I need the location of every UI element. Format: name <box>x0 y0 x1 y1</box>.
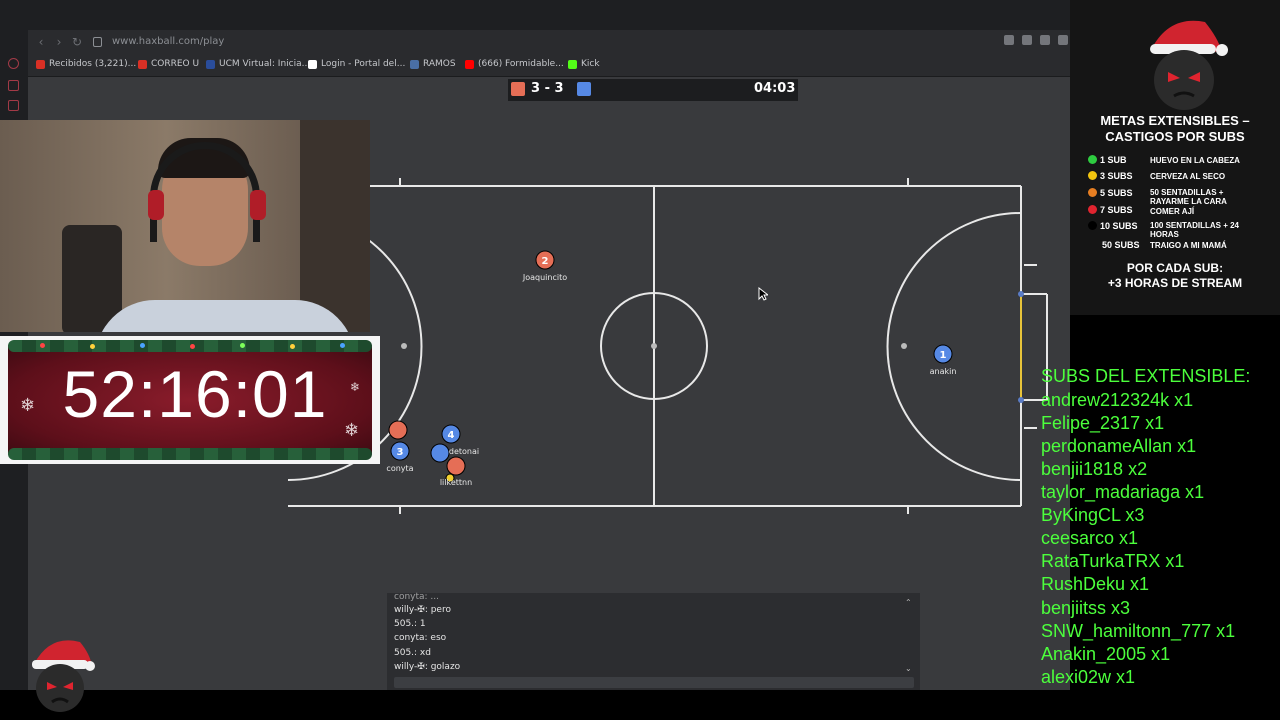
chat-message: conyta: eso <box>394 633 447 643</box>
chat-message: 505.: 1 <box>394 619 426 629</box>
score-text: 3 - 3 <box>531 81 564 96</box>
match-clock: 04:03 <box>754 81 796 96</box>
player-name-label: lilkettnn <box>439 478 473 487</box>
player-name-label: Joaquincito <box>522 273 568 282</box>
status-dot-icon <box>1088 171 1097 180</box>
garland-bottom <box>8 448 372 460</box>
screen: ‹ › ↻ www.haxball.com/play Recibidos (3,… <box>0 0 1280 720</box>
goal-punishment: COMER AJÍ <box>1150 207 1195 216</box>
chat-scroll-down-icon[interactable]: ⌄ <box>905 664 912 673</box>
chat-message: willy-✠: golazo <box>394 662 461 672</box>
christmas-light-icon <box>190 344 195 349</box>
list-item: benjii1818 x2 <box>1041 459 1148 479</box>
goal-punishment: TRAIGO A MI MAMÁ <box>1150 241 1227 250</box>
goal-punishment: 100 SENTADILLAS + 24 HORAS <box>1150 221 1239 239</box>
timer-value: 52:16:01 <box>62 357 328 431</box>
goal-row: 50 SUBS <box>1102 240 1140 250</box>
list-item: RushDeku x1 <box>1041 574 1150 594</box>
headset-earcup <box>148 190 164 220</box>
goal-row: 5 SUBS <box>1088 188 1133 198</box>
right-goal-post-top <box>1018 291 1024 297</box>
goals-footer-hours: +3 HORAS DE STREAM <box>1107 276 1243 290</box>
webcam-feed <box>0 120 370 332</box>
player-3-disc: 3 <box>390 441 410 461</box>
christmas-light-icon <box>290 344 295 349</box>
player-4-disc: 4 <box>441 424 461 444</box>
player-red-disc-2 <box>446 456 466 476</box>
chat-message: conyta: ... <box>394 592 440 602</box>
door <box>300 120 370 332</box>
list-item: perdonameAllan x1 <box>1041 436 1197 456</box>
svg-text:3: 3 <box>397 447 404 458</box>
status-dot-icon <box>1088 188 1097 197</box>
player-blue-disc <box>430 443 450 463</box>
status-dot-icon <box>1088 205 1097 214</box>
list-item: Anakin_2005 x1 <box>1041 644 1171 664</box>
chat-input[interactable] <box>394 677 914 688</box>
chat-panel <box>387 593 920 690</box>
mouse-cursor-icon <box>758 287 768 301</box>
chat-message: willy-✠: pero <box>394 605 451 615</box>
goal-row: 7 SUBS <box>1088 205 1133 215</box>
blue-team-badge <box>577 82 591 96</box>
goal-row: 10 SUBS <box>1088 221 1138 231</box>
right-penalty-spot <box>901 343 907 349</box>
svg-text:2: 2 <box>542 256 549 267</box>
santa-mascot-icon <box>32 640 95 712</box>
list-item: andrew212324k x1 <box>1041 390 1194 410</box>
list-item: RataTurkaTRX x1 <box>1041 551 1185 571</box>
goal-punishment: HUEVO EN LA CABEZA <box>1150 156 1240 165</box>
player-red-disc <box>388 420 408 440</box>
list-item: alexi02w x1 <box>1041 667 1136 687</box>
santa-mascot-icon <box>1150 20 1228 110</box>
list-item: ByKingCL x3 <box>1041 505 1145 525</box>
goals-title: METAS EXTENSIBLES – <box>1100 113 1250 128</box>
player-name-label: detonai <box>448 447 480 456</box>
status-dot-icon <box>1088 221 1097 230</box>
christmas-light-icon <box>140 343 145 348</box>
chat-message: 505.: xd <box>394 648 431 658</box>
list-item: ceesarco x1 <box>1041 528 1139 548</box>
list-item: taylor_madariaga x1 <box>1041 482 1205 502</box>
list-item: benjiitss x3 <box>1041 598 1131 618</box>
chat-scroll-up-icon[interactable]: ⌃ <box>905 598 912 607</box>
list-item: Felipe_2317 x1 <box>1041 413 1165 433</box>
player-2-disc: 2 <box>535 250 555 270</box>
goal-row: 1 SUB <box>1088 155 1127 165</box>
goals-subtitle: CASTIGOS POR SUBS <box>1105 129 1245 144</box>
christmas-light-icon <box>90 344 95 349</box>
status-dot-icon <box>1088 155 1097 164</box>
goals-footer: POR CADA SUB: <box>1126 261 1224 275</box>
streamer-shirt <box>95 300 355 332</box>
christmas-light-icon <box>40 343 45 348</box>
svg-text:4: 4 <box>448 430 455 441</box>
headset-earcup <box>250 190 266 220</box>
goal-punishment: 50 SENTADILLAS + RAYARME LA CARA <box>1150 188 1227 206</box>
christmas-light-icon <box>240 343 245 348</box>
subs-list-title: SUBS DEL EXTENSIBLE: <box>1041 366 1251 386</box>
player-name-label: anakin <box>929 367 957 376</box>
svg-text:1: 1 <box>940 350 947 361</box>
goal-row: 3 SUBS <box>1088 171 1133 181</box>
christmas-light-icon <box>340 343 345 348</box>
right-goal-post-bottom <box>1018 397 1024 403</box>
headset-icon <box>150 142 260 242</box>
right-penalty-arc <box>886 212 1022 481</box>
left-penalty-spot <box>401 343 407 349</box>
goal-punishment: CERVEZA AL SECO <box>1150 172 1226 181</box>
red-team-badge <box>511 82 525 96</box>
player-name-label: conyta <box>386 464 414 473</box>
list-item: SNW_hamiltonn_777 x1 <box>1041 621 1236 641</box>
kickoff-spot <box>651 343 657 349</box>
player-1-disc: 1 <box>933 344 953 364</box>
